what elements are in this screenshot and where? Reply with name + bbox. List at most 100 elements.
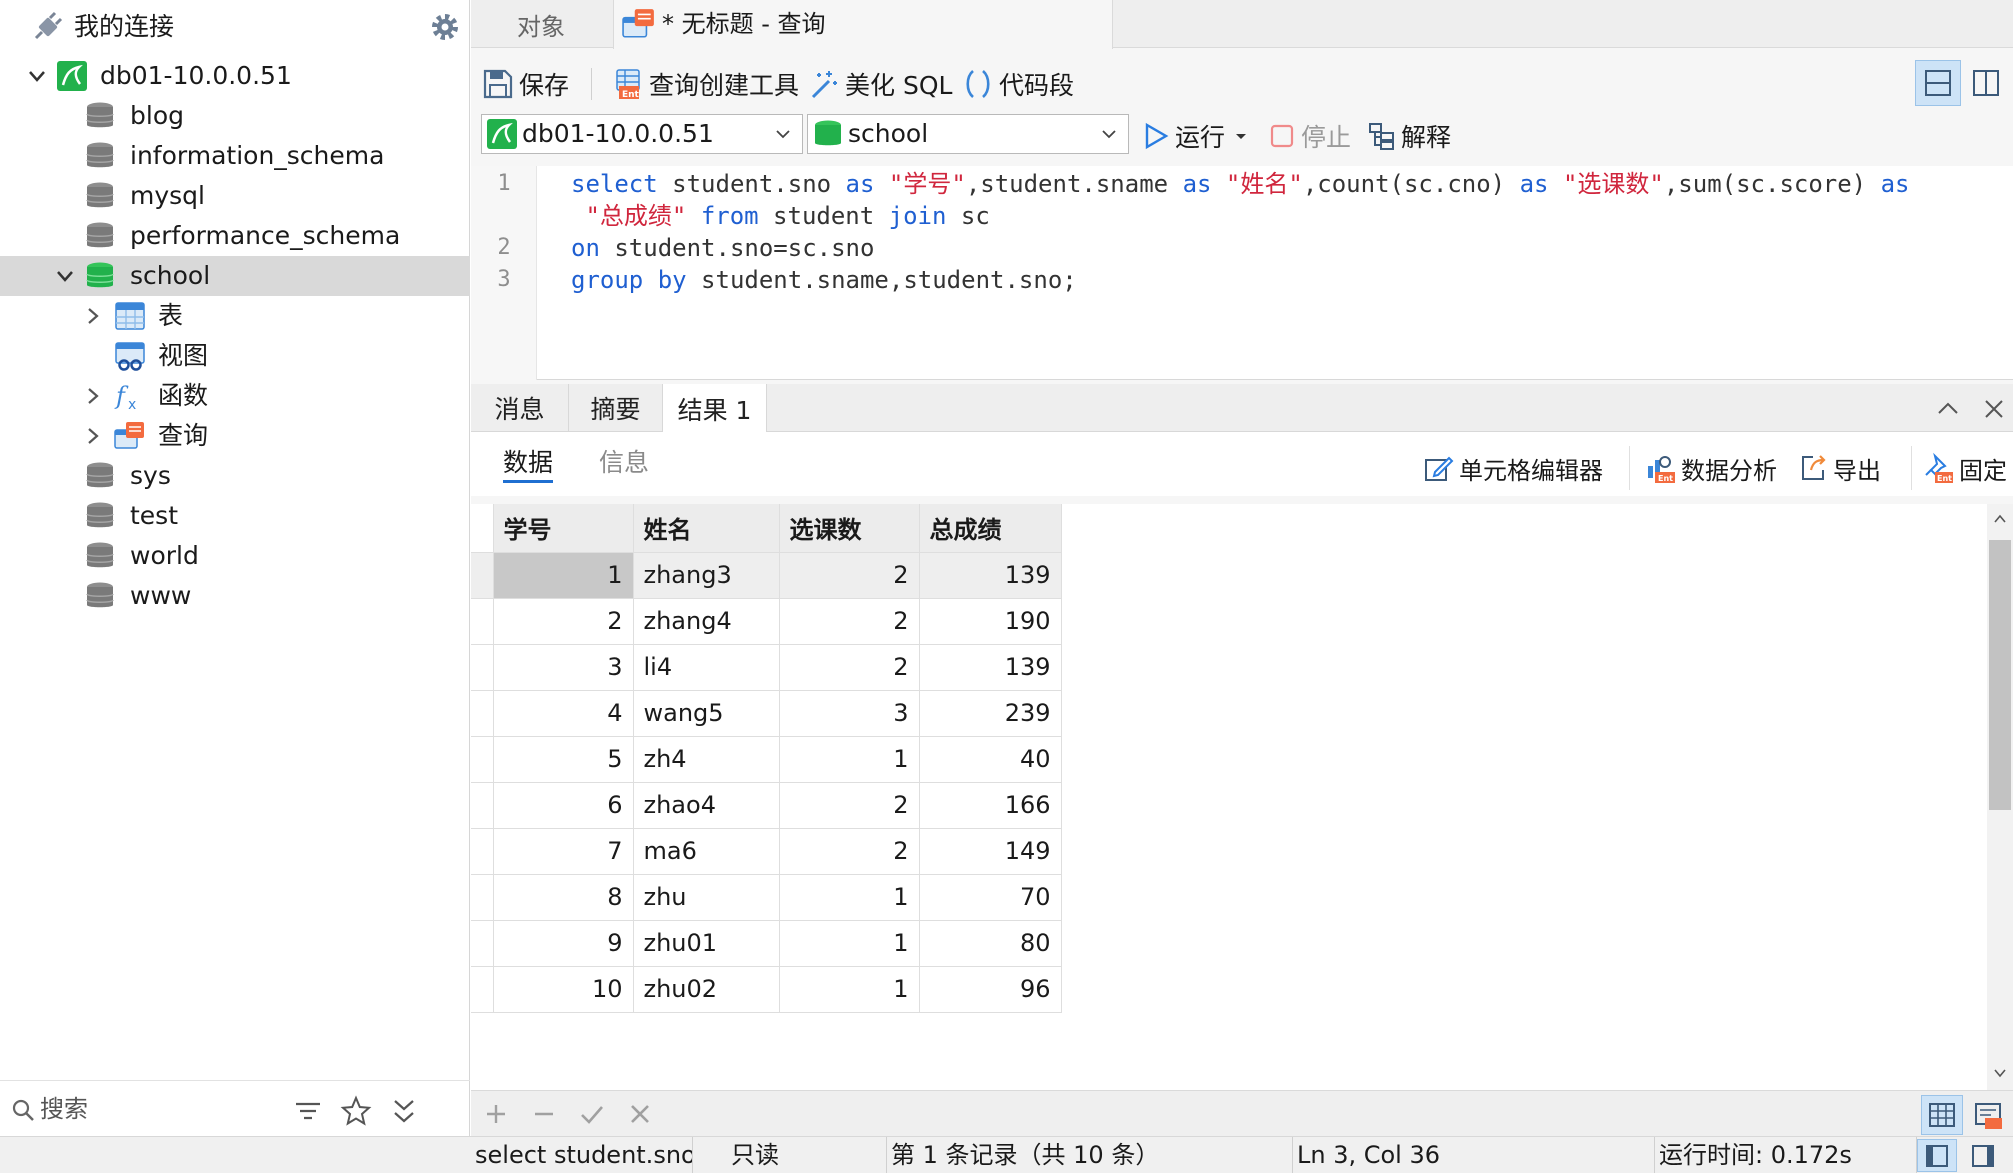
discard-changes-icon[interactable]	[625, 1099, 655, 1129]
table-cell[interactable]: 2	[779, 598, 920, 645]
table-cell[interactable]: 3	[493, 644, 634, 691]
tree-item-db-sys[interactable]: sys	[0, 456, 470, 496]
row-header[interactable]	[471, 782, 494, 829]
table-row[interactable]: 9 zhu01 1 80	[471, 920, 1062, 967]
table-cell[interactable]: 139	[919, 552, 1062, 599]
table-cell[interactable]: zhao4	[633, 782, 780, 829]
delete-row-icon[interactable]	[529, 1099, 559, 1129]
row-header[interactable]	[471, 690, 494, 737]
table-cell[interactable]: 1	[779, 736, 920, 783]
table-row[interactable]: 1 zhang3 2 139	[471, 552, 1062, 599]
row-header[interactable]	[471, 874, 494, 921]
table-cell[interactable]: 149	[919, 828, 1062, 875]
chevron-up-icon[interactable]	[1935, 396, 1961, 422]
tab-objects[interactable]: 对象	[471, 0, 611, 48]
scrollbar-thumb[interactable]	[1989, 540, 2011, 810]
table-cell[interactable]: zhu02	[633, 966, 780, 1013]
table-row[interactable]: 8 zhu 1 70	[471, 874, 1062, 921]
tree-item-tables[interactable]: 表	[0, 296, 470, 336]
table-cell[interactable]: 2	[779, 782, 920, 829]
row-header[interactable]	[471, 828, 494, 875]
row-header[interactable]	[471, 644, 494, 691]
caret-down-icon[interactable]	[1233, 128, 1249, 144]
chevron-down-icon[interactable]	[54, 265, 76, 287]
table-cell[interactable]: 96	[919, 966, 1062, 1013]
status-layout-toggle-a[interactable]	[1917, 1139, 1957, 1172]
table-row[interactable]: 6 zhao4 2 166	[471, 782, 1062, 829]
tab-untitled-query[interactable]: * 无标题 - 查询	[613, 0, 1113, 49]
table-cell[interactable]: ma6	[633, 828, 780, 875]
beautify-sql-button[interactable]: 美化 SQL	[807, 64, 952, 104]
query-builder-button[interactable]: Ent 查询创建工具	[611, 64, 799, 104]
table-cell[interactable]: 1	[779, 966, 920, 1013]
tree-item-db-test[interactable]: test	[0, 496, 470, 536]
add-row-icon[interactable]	[481, 1099, 511, 1129]
table-cell[interactable]: 70	[919, 874, 1062, 921]
table-cell[interactable]: zhu01	[633, 920, 780, 967]
layout-vertical-toggle[interactable]	[1963, 60, 2009, 106]
close-icon[interactable]	[1981, 396, 2007, 422]
table-cell[interactable]: 10	[493, 966, 634, 1013]
table-cell[interactable]: wang5	[633, 690, 780, 737]
run-button[interactable]: 运行	[1141, 116, 1253, 156]
chevron-right-icon[interactable]	[82, 385, 104, 407]
table-row[interactable]: 10 zhu02 1 96	[471, 966, 1062, 1013]
table-cell[interactable]: 190	[919, 598, 1062, 645]
tab-summary[interactable]: 摘要	[569, 384, 663, 432]
tree-item-views[interactable]: 视图	[0, 336, 470, 376]
table-cell[interactable]: 2	[779, 828, 920, 875]
scroll-up-arrow-icon[interactable]	[1993, 512, 2007, 526]
table-cell[interactable]: 5	[493, 736, 634, 783]
table-cell[interactable]: 239	[919, 690, 1062, 737]
table-cell[interactable]: 2	[493, 598, 634, 645]
tree-item-db-performance-schema[interactable]: performance_schema	[0, 216, 470, 256]
tab-messages[interactable]: 消息	[471, 384, 569, 432]
table-cell[interactable]: 166	[919, 782, 1062, 829]
row-header[interactable]	[471, 598, 494, 645]
table-cell[interactable]: 1	[493, 552, 634, 599]
apply-changes-icon[interactable]	[577, 1099, 607, 1129]
grid-view-toggle[interactable]	[1921, 1095, 1963, 1135]
table-cell[interactable]: zhang4	[633, 598, 780, 645]
table-row[interactable]: 7 ma6 2 149	[471, 828, 1062, 875]
tree-item-db-www[interactable]: www	[0, 576, 470, 616]
stop-button[interactable]: 停止	[1267, 116, 1351, 156]
subtab-data[interactable]: 数据	[503, 446, 554, 483]
table-row[interactable]: 3 li4 2 139	[471, 644, 1062, 691]
table-row[interactable]: 5 zh4 1 40	[471, 736, 1062, 783]
subtab-info[interactable]: 信息	[599, 446, 649, 480]
table-cell[interactable]: 2	[779, 644, 920, 691]
pin-button[interactable]: Ent 固定	[1923, 450, 2007, 486]
column-header[interactable]: 学号	[493, 504, 634, 553]
star-icon[interactable]	[340, 1095, 372, 1127]
tree-item-db-school[interactable]: school	[0, 256, 470, 296]
table-cell[interactable]: 1	[779, 920, 920, 967]
connection-select[interactable]: db01-10.0.0.51	[481, 114, 803, 154]
chevron-right-icon[interactable]	[82, 305, 104, 327]
scroll-down-arrow-icon[interactable]	[1993, 1066, 2007, 1080]
filter-icon[interactable]	[292, 1095, 324, 1127]
table-cell[interactable]: 80	[919, 920, 1062, 967]
chevron-right-icon[interactable]	[82, 425, 104, 447]
export-button[interactable]: 导出	[1797, 450, 1881, 486]
table-row[interactable]: 2 zhang4 2 190	[471, 598, 1062, 645]
row-header[interactable]	[471, 552, 494, 599]
table-cell[interactable]: zhang3	[633, 552, 780, 599]
table-cell[interactable]: 9	[493, 920, 634, 967]
tab-result-1[interactable]: 结果 1	[663, 384, 767, 433]
data-analysis-button[interactable]: Ent 数据分析	[1645, 450, 1777, 486]
row-header[interactable]	[471, 966, 494, 1013]
tree-item-db-blog[interactable]: blog	[0, 96, 470, 136]
gear-icon[interactable]	[428, 10, 462, 44]
table-cell[interactable]: 6	[493, 782, 634, 829]
table-cell[interactable]: zhu	[633, 874, 780, 921]
column-header[interactable]: 姓名	[633, 504, 780, 553]
table-cell[interactable]: 139	[919, 644, 1062, 691]
column-header[interactable]: 选课数	[779, 504, 920, 553]
status-layout-toggle-b[interactable]	[1963, 1139, 2003, 1172]
database-select[interactable]: school	[807, 114, 1129, 154]
tree-item-db-world[interactable]: world	[0, 536, 470, 576]
table-cell[interactable]: 8	[493, 874, 634, 921]
row-header[interactable]	[471, 920, 494, 967]
tree-item-queries[interactable]: 查询	[0, 416, 470, 456]
